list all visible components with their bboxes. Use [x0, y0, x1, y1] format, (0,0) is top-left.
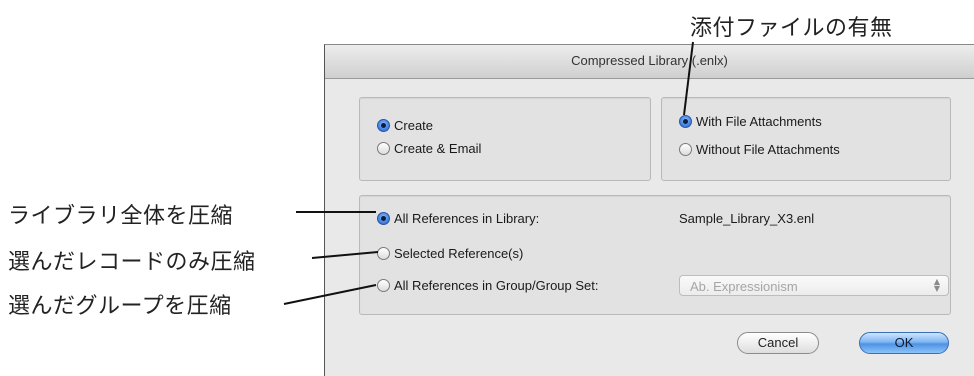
radio-unselected-icon — [679, 143, 692, 156]
radio-group-references-label: All References in Group/Group Set: — [394, 278, 599, 293]
cancel-button[interactable]: Cancel — [737, 332, 819, 354]
action-group — [359, 97, 651, 181]
ok-button[interactable]: OK — [859, 332, 949, 354]
radio-without-attachments[interactable]: Without File Attachments — [679, 142, 840, 157]
radio-selected-icon — [377, 212, 390, 225]
radio-selected-references[interactable]: Selected Reference(s) — [377, 246, 523, 261]
radio-unselected-icon — [377, 247, 390, 260]
annotation-compress-group: 選んだグループを圧縮 — [8, 294, 232, 319]
radio-all-references[interactable]: All References in Library: — [377, 211, 539, 226]
radio-all-references-label: All References in Library: — [394, 211, 540, 226]
dialog-titlebar: Compressed Library (.enlx) — [325, 45, 974, 79]
annotation-attachments: 添付ファイルの有無 — [690, 16, 893, 41]
dialog-title: Compressed Library (.enlx) — [571, 53, 728, 68]
radio-with-attachments[interactable]: With File Attachments — [679, 114, 822, 129]
radio-unselected-icon — [377, 142, 390, 155]
radio-create-email[interactable]: Create & Email — [377, 141, 481, 156]
radio-selected-icon — [679, 115, 692, 128]
library-name: Sample_Library_X3.enl — [679, 211, 815, 226]
radio-group-references[interactable]: All References in Group/Group Set: — [377, 278, 599, 293]
attachment-group — [661, 97, 951, 181]
group-popup-value: Ab. Expressionism — [690, 279, 798, 294]
radio-unselected-icon — [377, 279, 390, 292]
compressed-library-dialog: Compressed Library (.enlx) Create Create… — [324, 44, 974, 376]
annotation-compress-selected: 選んだレコードのみ圧縮 — [8, 250, 256, 275]
radio-create-label: Create — [394, 118, 434, 133]
updown-arrows-icon: ▲ ▼ — [933, 277, 941, 293]
radio-create-email-label: Create & Email — [394, 141, 482, 156]
radio-create[interactable]: Create — [377, 118, 433, 133]
annotation-compress-all: ライブラリ全体を圧縮 — [8, 204, 234, 229]
radio-without-attachments-label: Without File Attachments — [696, 142, 840, 157]
group-popup[interactable]: Ab. Expressionism ▲ ▼ — [679, 275, 949, 296]
radio-selected-references-label: Selected Reference(s) — [394, 246, 524, 261]
radio-selected-icon — [377, 119, 390, 132]
radio-with-attachments-label: With File Attachments — [696, 114, 822, 129]
